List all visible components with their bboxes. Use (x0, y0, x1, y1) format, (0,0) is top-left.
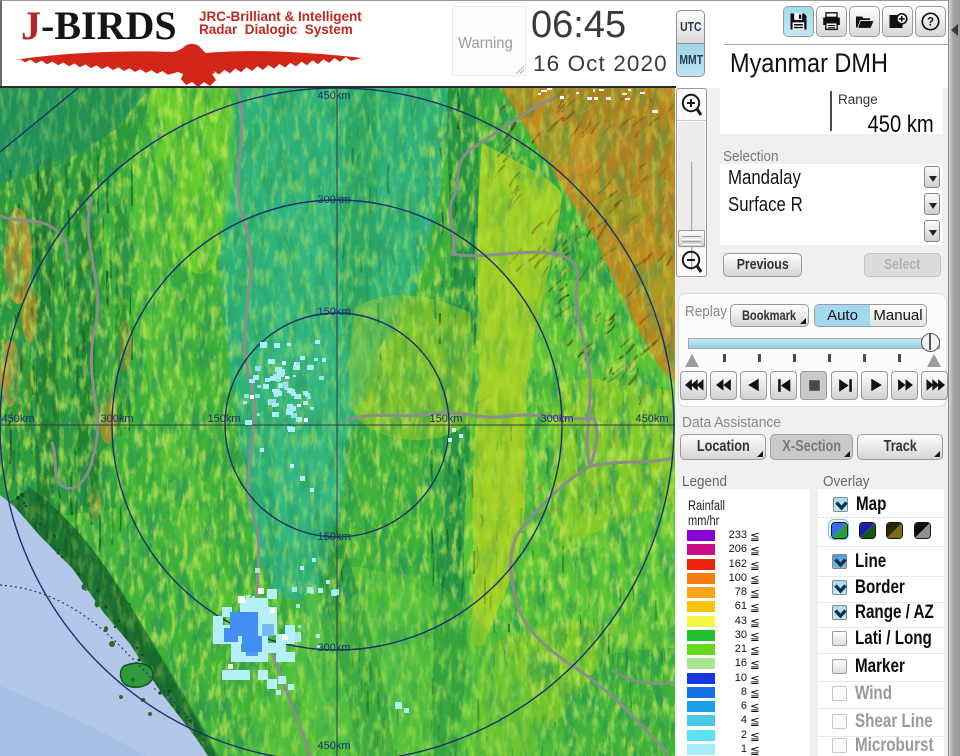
svg-text:150km: 150km (317, 306, 350, 318)
svg-text:150km: 150km (207, 413, 240, 425)
svg-text:?: ? (927, 17, 934, 29)
svg-text:150km: 150km (317, 531, 350, 543)
svg-text:300km: 300km (317, 642, 350, 654)
svg-text:300km: 300km (540, 413, 573, 425)
svg-text:300km: 300km (100, 413, 133, 425)
svg-text:450km: 450km (317, 740, 350, 752)
svg-text:150km: 150km (429, 413, 462, 425)
svg-text:450km: 450km (635, 413, 668, 425)
svg-text:300km: 300km (317, 194, 350, 206)
svg-text:450km: 450km (1, 413, 34, 425)
